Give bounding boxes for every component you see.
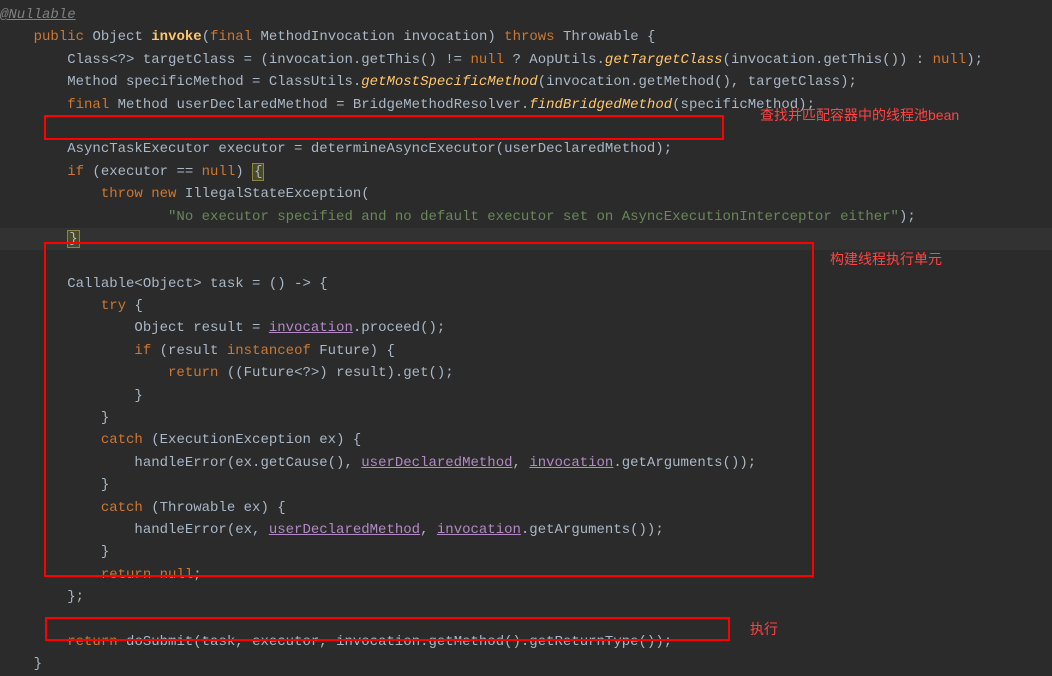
kw-if: if [134,343,151,359]
code-text: Method specificMethod = ClassUtils. [0,74,361,90]
annotation-label-1: 查找并匹配容器中的线程池bean [760,104,959,126]
var-invocation: invocation [437,522,521,538]
kw-throw: throw [101,186,143,202]
kw-public: public [34,29,84,45]
return-type: Object [92,29,142,45]
brace-highlight: { [252,163,264,181]
kw-null: null [470,52,504,68]
kw-try: try [101,298,126,314]
kw-final: final [210,29,252,45]
annotation-label-3: 执行 [750,618,778,640]
dosubmit-line: doSubmit(task, executor, invocation.getM… [118,634,673,650]
var-udm: userDeclaredMethod [361,455,512,471]
code-text: Class<?> targetClass = (invocation.getTh… [0,52,470,68]
static-call: findBridgedMethod [529,97,672,113]
kw-null: null [933,52,967,68]
brace-highlight: } [67,230,79,248]
kw-return: return [67,634,117,650]
kw-throws: throws [504,29,554,45]
code-text: Method userDeclaredMethod = BridgeMethod… [109,97,529,113]
kw-instanceof: instanceof [227,343,311,359]
var-invocation: invocation [269,320,353,336]
static-call: getMostSpecificMethod [361,74,537,90]
kw-final: final [67,97,109,113]
kw-return: return [101,567,151,583]
kw-if: if [67,164,84,180]
method-name: invoke [151,29,201,45]
callable-line: Callable<Object> task = () -> { [0,276,328,292]
kw-new: new [151,186,176,202]
kw-catch: catch [101,432,143,448]
executor-line: AsyncTaskExecutor executor = determineAs… [0,141,672,157]
kw-null: null [160,567,194,583]
indent [0,29,34,45]
kw-return: return [168,365,218,381]
var-invocation: invocation [529,455,613,471]
kw-null: null [202,164,236,180]
var-udm: userDeclaredMethod [269,522,420,538]
annotation: @Nullable [0,7,76,23]
annotation-label-2: 构建线程执行单元 [830,248,942,270]
kw-catch: catch [101,500,143,516]
current-line: } [0,228,1052,250]
string-literal: "No executor specified and no default ex… [168,209,899,225]
static-call: getTargetClass [605,52,723,68]
param: MethodInvocation invocation [261,29,488,45]
